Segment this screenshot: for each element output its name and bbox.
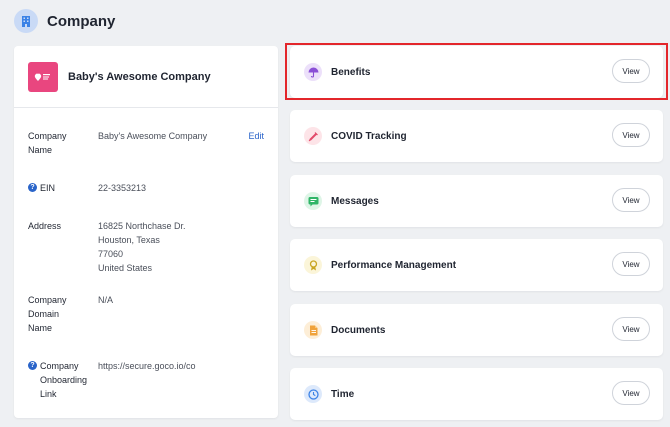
page-title: Company — [47, 12, 116, 30]
view-time-button[interactable]: View — [612, 381, 650, 405]
field-onboarding-link: ? Company Onboarding Link https://secure… — [28, 359, 264, 401]
onboarding-link-value[interactable]: https://secure.goco.io/co — [98, 359, 264, 401]
edit-link[interactable]: Edit — [248, 129, 264, 157]
building-icon — [14, 9, 38, 33]
module-label: Messages — [331, 195, 379, 207]
field-label: ? Company Onboarding Link — [28, 359, 98, 401]
field-ein: ? EIN 22-3353213 — [28, 181, 264, 195]
help-icon[interactable]: ? — [28, 361, 37, 370]
module-label: Documents — [331, 324, 386, 336]
module-covid-tracking[interactable]: COVID Tracking View — [290, 110, 663, 162]
field-value: 22-3353213 — [98, 183, 147, 193]
company-header: Baby's Awesome Company — [14, 46, 278, 108]
module-documents[interactable]: Documents View — [290, 304, 663, 356]
field-label: Address — [28, 221, 62, 231]
field-value: Baby's Awesome Company — [98, 131, 208, 141]
module-time[interactable]: Time View — [290, 368, 663, 420]
company-name: Baby's Awesome Company — [68, 70, 211, 83]
highlight-frame — [285, 43, 668, 100]
field-label: Company Domain Name — [28, 295, 67, 333]
module-label: COVID Tracking — [331, 130, 407, 142]
field-label: ? EIN — [28, 181, 98, 195]
help-icon[interactable]: ? — [28, 183, 37, 192]
module-messages[interactable]: Messages View — [290, 175, 663, 227]
view-covid-tracking-button[interactable]: View — [612, 123, 650, 147]
field-address: Address 16825 Northchase Dr. Houston, Te… — [28, 219, 264, 275]
module-label: Performance Management — [331, 259, 457, 271]
view-messages-button[interactable]: View — [612, 188, 650, 212]
module-performance-management[interactable]: Performance Management View — [290, 239, 663, 291]
field-domain-name: Company Domain Name N/A — [28, 293, 264, 335]
view-performance-management-button[interactable]: View — [612, 252, 650, 276]
field-value: 16825 Northchase Dr. Houston, Texas 7706… — [98, 221, 186, 273]
page-header: Company — [14, 8, 115, 34]
clock-icon — [304, 385, 322, 403]
field-label: Company Name — [28, 131, 67, 155]
award-icon — [304, 256, 322, 274]
field-value: N/A — [98, 295, 114, 305]
document-icon — [304, 321, 322, 339]
chat-icon — [304, 192, 322, 210]
module-label: Time — [331, 388, 355, 400]
syringe-icon — [304, 127, 322, 145]
company-info-card: Baby's Awesome Company Company Name Baby… — [14, 46, 278, 418]
field-company-name: Company Name Baby's Awesome Company Edit — [28, 129, 264, 157]
view-documents-button[interactable]: View — [612, 317, 650, 341]
heart-logo-icon — [28, 61, 58, 92]
